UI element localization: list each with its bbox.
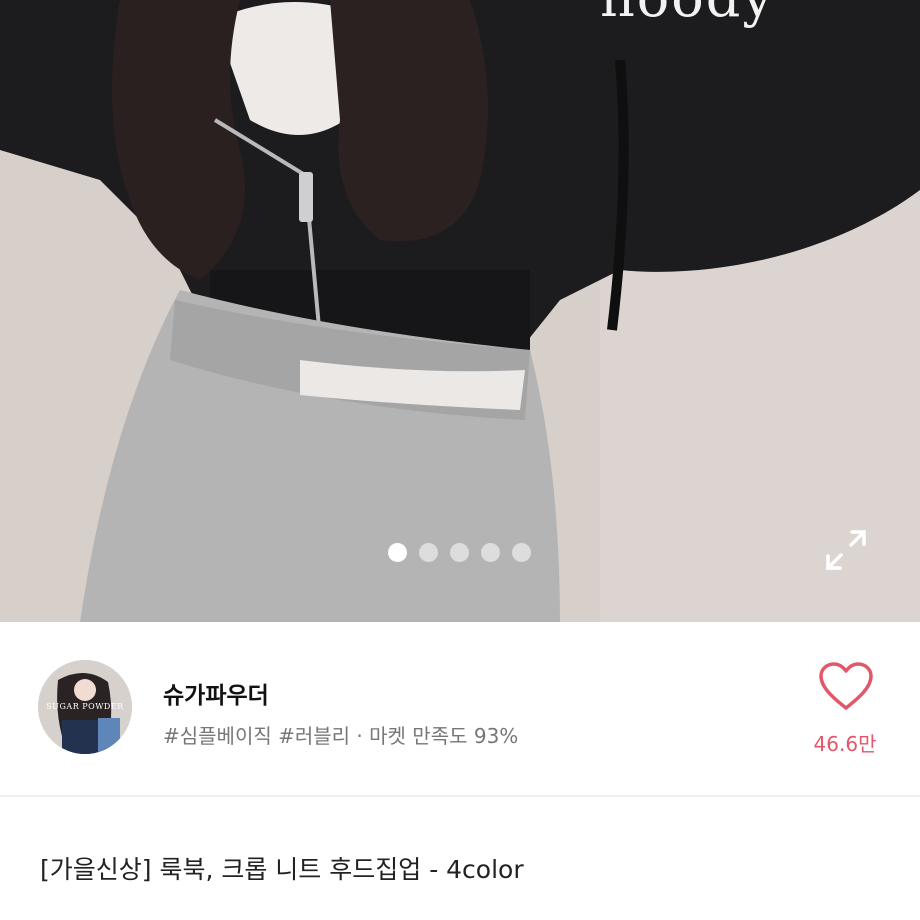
carousel-dot-5[interactable] bbox=[512, 543, 531, 562]
carousel-dot-4[interactable] bbox=[481, 543, 500, 562]
like-count: 46.6만 bbox=[813, 732, 877, 756]
heart-outline-icon[interactable] bbox=[818, 662, 874, 712]
product-photo bbox=[0, 0, 920, 622]
carousel-dot-3[interactable] bbox=[450, 543, 469, 562]
expand-icon[interactable] bbox=[824, 528, 868, 572]
hero-overlay-text: hoody bbox=[600, 0, 775, 29]
carousel-dot-2[interactable] bbox=[419, 543, 438, 562]
product-title: [가을신상] 룩북, 크롭 니트 후드집업 - 4color bbox=[40, 855, 524, 884]
seller-avatar[interactable]: SUGAR POWDER bbox=[38, 660, 132, 754]
avatar-logo-text: SUGAR POWDER bbox=[46, 702, 124, 711]
seller-tags: #심플베이직 #러블리 · 마켓 만족도 93% bbox=[163, 724, 519, 748]
carousel-dot-1[interactable] bbox=[388, 543, 407, 562]
product-image[interactable]: hoody bbox=[0, 0, 920, 622]
seller-name[interactable]: 슈가파우더 bbox=[163, 676, 269, 710]
section-divider bbox=[0, 795, 920, 797]
carousel-indicator bbox=[388, 543, 531, 562]
seller-section: SUGAR POWDER 슈가파우더 #심플베이직 #러블리 · 마켓 만족도 … bbox=[0, 622, 920, 794]
